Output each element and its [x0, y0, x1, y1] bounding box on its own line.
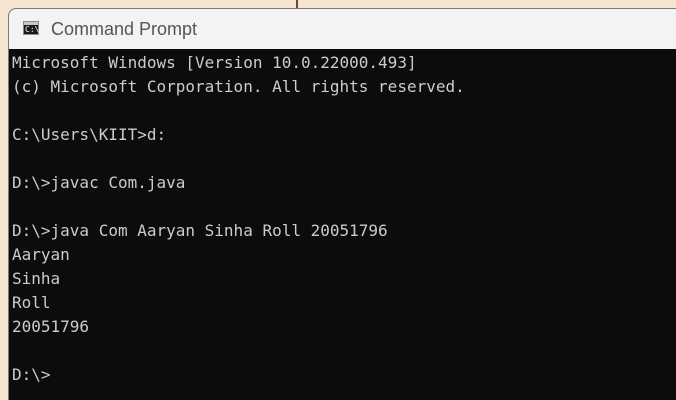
- title-bar[interactable]: C:\. Command Prompt: [9, 9, 676, 49]
- console-line-javac: D:\>javac Com.java: [12, 173, 186, 192]
- console-line-change-drive: C:\Users\KIIT>d:: [12, 125, 167, 144]
- console-line-version: Microsoft Windows [Version 10.0.22000.49…: [12, 53, 417, 72]
- console-line-empty-2: [12, 147, 672, 171]
- console-line-output-3: Roll: [12, 293, 51, 312]
- console-line-empty-4: [12, 339, 672, 363]
- console-line-output-2: Sinha: [12, 269, 61, 288]
- icon-prompt-text: C:\.: [25, 25, 45, 34]
- desktop: C:\. Command Prompt Microsoft Windows [V…: [0, 0, 676, 400]
- window-title: Command Prompt: [51, 19, 198, 39]
- desktop-divider: [296, 0, 298, 8]
- console-line-empty-1: [12, 99, 672, 123]
- console-output[interactable]: Microsoft Windows [Version 10.0.22000.49…: [12, 51, 672, 399]
- command-prompt-icon[interactable]: C:\.: [23, 21, 44, 35]
- command-prompt-window[interactable]: C:\. Command Prompt Microsoft Windows [V…: [8, 8, 676, 400]
- console-line-empty-3: [12, 195, 672, 219]
- console-line-output-4: 20051796: [12, 317, 90, 336]
- console-line-java-command: D:\>java Com Aaryan Sinha Roll 20051796: [12, 221, 388, 240]
- console-line-output-1: Aaryan: [12, 245, 70, 264]
- console-line-copyright: (c) Microsoft Corporation. All rights re…: [12, 77, 465, 96]
- console-prompt-line[interactable]: D:\>: [12, 363, 672, 387]
